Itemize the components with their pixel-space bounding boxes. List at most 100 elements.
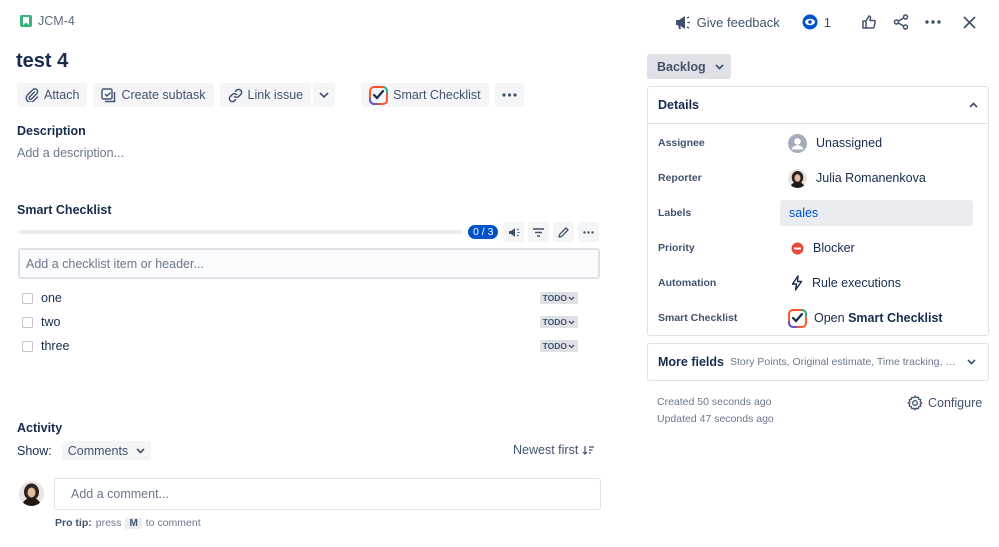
attach-button[interactable]: Attach <box>17 83 88 107</box>
more-actions-inline-button[interactable] <box>494 83 524 107</box>
sort-order-label: Newest first <box>513 443 579 457</box>
close-button[interactable] <box>957 10 981 34</box>
issue-action-bar: Attach Create subtask Link issue Smart C… <box>17 83 524 107</box>
ellipsis-icon <box>502 93 517 97</box>
checklist-item-status-label: TODO <box>542 317 567 327</box>
field-row-smart-checklist: Smart Checklist Open Smart Checklist <box>648 304 988 332</box>
activity-show-value: Comments <box>67 443 129 458</box>
more-fields-heading: More fields <box>658 355 724 369</box>
blocker-priority-icon <box>791 242 804 255</box>
link-issue-dropdown[interactable] <box>313 83 336 107</box>
configure-button[interactable]: Configure <box>907 395 982 411</box>
ellipsis-icon <box>925 20 941 24</box>
paperclip-icon <box>25 88 39 102</box>
field-label: Smart Checklist <box>658 312 738 324</box>
checklist-item-status[interactable]: TODO <box>539 292 578 304</box>
chevron-down-icon <box>568 296 575 301</box>
more-fields-section[interactable]: More fields Story Points, Original estim… <box>647 343 989 381</box>
checklist-item-checkbox[interactable] <box>22 292 33 304</box>
field-label: Assignee <box>658 137 705 149</box>
smart-checklist-logo-icon <box>788 308 807 328</box>
ellipsis-icon <box>583 230 594 234</box>
chevron-up-icon <box>969 102 978 108</box>
activity-heading: Activity <box>17 421 63 435</box>
sort-order-button[interactable]: Newest first <box>513 443 595 457</box>
share-icon <box>893 14 909 30</box>
configure-label: Configure <box>928 396 983 410</box>
lightning-bolt-icon <box>791 275 803 291</box>
add-comment-input[interactable]: Add a comment... <box>54 478 601 510</box>
created-timestamp: Created 50 seconds ago <box>657 396 772 408</box>
issue-key[interactable]: JCM-4 <box>38 14 75 28</box>
watch-count: 1 <box>823 14 831 30</box>
open-smart-checklist-link[interactable]: Open Smart Checklist <box>788 308 943 328</box>
automation-value[interactable]: Rule executions <box>791 275 901 291</box>
labels-value[interactable]: sales <box>780 200 973 226</box>
field-label: Labels <box>658 207 692 219</box>
field-row-automation: Automation Rule executions <box>648 269 988 297</box>
field-label: Reporter <box>658 172 702 184</box>
smart-checklist-logo-icon <box>369 85 389 105</box>
updated-timestamp: Updated 47 seconds ago <box>657 413 774 425</box>
megaphone-icon <box>508 227 520 238</box>
checklist-filter-button[interactable] <box>528 222 549 242</box>
chevron-down-icon <box>568 344 575 349</box>
smart-checklist-button[interactable]: Smart Checklist <box>361 83 489 107</box>
details-header[interactable]: Details <box>648 87 988 124</box>
story-icon <box>20 15 32 27</box>
field-row-priority: Priority Blocker <box>648 234 988 262</box>
checklist-item: three TODO <box>22 337 578 355</box>
reporter-value[interactable]: Julia Romanenkova <box>788 168 926 188</box>
link-issue-split-button: Link issue <box>219 83 336 107</box>
give-feedback-button[interactable]: Give feedback <box>674 15 780 30</box>
description-heading: Description <box>17 124 86 138</box>
smart-checklist-label: Smart Checklist <box>393 88 481 102</box>
unassigned-avatar-icon <box>788 133 807 153</box>
vote-button[interactable] <box>857 10 881 34</box>
create-subtask-button[interactable]: Create subtask <box>93 83 214 107</box>
reporter-avatar <box>788 168 807 188</box>
chevron-down-icon <box>568 320 575 325</box>
attach-label: Attach <box>44 88 80 102</box>
activity-show-dropdown[interactable]: Comments <box>61 441 152 460</box>
checklist-item-status[interactable]: TODO <box>539 316 578 328</box>
checklist-item-text[interactable]: one <box>41 291 62 305</box>
checklist-item-text[interactable]: three <box>41 339 70 353</box>
details-heading: Details <box>658 98 699 112</box>
chevron-down-icon <box>967 359 976 365</box>
automation-link: Rule executions <box>812 276 901 290</box>
checklist-item-text[interactable]: two <box>41 315 60 329</box>
checklist-item-input[interactable] <box>18 248 600 279</box>
checklist-announce-button[interactable] <box>503 222 524 242</box>
show-label: Show: <box>17 443 52 458</box>
issue-key-breadcrumb[interactable]: JCM-4 <box>20 14 75 28</box>
priority-value[interactable]: Blocker <box>791 241 855 255</box>
issue-title[interactable]: test 4 <box>16 50 68 73</box>
subtask-icon <box>101 87 116 103</box>
field-label: Automation <box>658 277 717 289</box>
checklist-item-checkbox[interactable] <box>22 316 33 328</box>
more-actions-button[interactable] <box>921 10 945 34</box>
pro-tip-press: press <box>95 517 122 529</box>
give-feedback-label: Give feedback <box>696 14 780 30</box>
watch-button[interactable]: 1 <box>802 14 831 30</box>
checklist-edit-button[interactable] <box>553 222 574 242</box>
share-button[interactable] <box>889 10 913 34</box>
priority-name: Blocker <box>813 241 855 255</box>
description-field[interactable]: Add a description... <box>17 146 124 160</box>
checklist-item-checkbox[interactable] <box>22 340 33 352</box>
issue-toolbar: Give feedback 1 <box>674 10 981 34</box>
link-icon <box>228 88 243 103</box>
status-dropdown[interactable]: Backlog <box>647 54 731 79</box>
pro-tip-label: Pro tip: <box>55 517 92 529</box>
checklist-more-button[interactable] <box>578 222 599 242</box>
checklist-toolbar <box>503 222 599 242</box>
field-row-reporter: Reporter Julia Romanenkova <box>648 164 988 192</box>
megaphone-icon <box>674 15 691 30</box>
activity-filter: Show: Comments <box>17 441 152 460</box>
assignee-value[interactable]: Unassigned <box>788 133 882 153</box>
checklist-item-status[interactable]: TODO <box>539 340 578 352</box>
link-issue-button[interactable]: Link issue <box>219 83 312 107</box>
link-issue-label: Link issue <box>247 88 304 102</box>
label-tag[interactable]: sales <box>789 206 818 220</box>
